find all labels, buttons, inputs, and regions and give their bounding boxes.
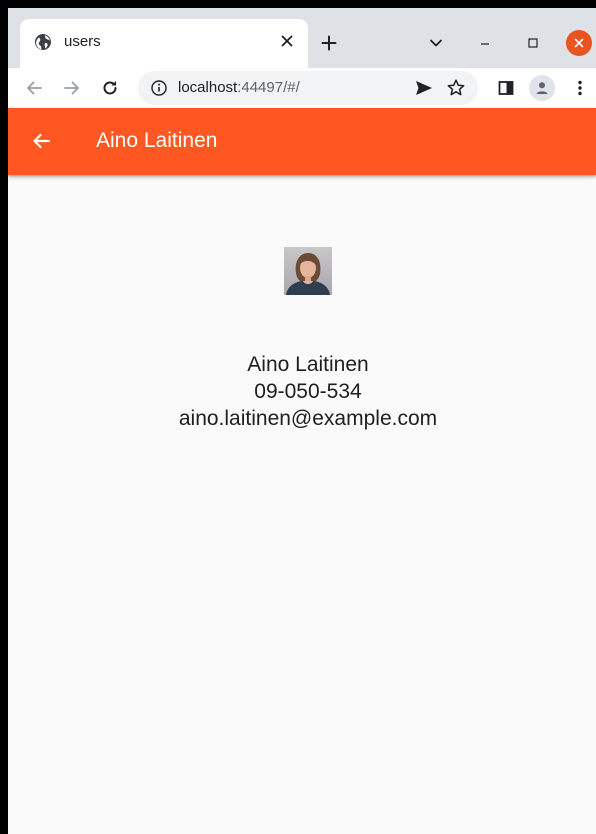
- close-tab-icon[interactable]: [276, 30, 298, 52]
- browser-window: users localhost:44497/#/ Aino Laitinen A…: [8, 8, 596, 834]
- url-path: :44497/#/: [237, 79, 300, 96]
- user-email: aino.laitinen@example.com: [178, 407, 438, 430]
- url-text[interactable]: localhost:44497/#/: [178, 79, 300, 97]
- app-bar: Aino Laitinen: [8, 108, 596, 175]
- tab-users[interactable]: users: [20, 19, 308, 68]
- new-tab-plus-icon[interactable]: [316, 30, 342, 56]
- page-title: Aino Laitinen: [96, 129, 218, 152]
- minimize-icon[interactable]: [473, 31, 497, 55]
- chevron-down-icon[interactable]: [424, 31, 448, 55]
- user-phone: 09-050-534: [254, 380, 362, 403]
- user-info: Aino Laitinen 09-050-534 aino.laitinen@e…: [8, 351, 596, 432]
- user-detail: Aino Laitinen 09-050-534 aino.laitinen@e…: [8, 175, 596, 834]
- maximize-icon[interactable]: [521, 31, 545, 55]
- send-icon[interactable]: [414, 79, 434, 97]
- side-panel-icon[interactable]: [494, 76, 518, 100]
- user-photo: [284, 247, 332, 295]
- bookmark-star-icon[interactable]: [446, 78, 466, 98]
- info-icon[interactable]: [150, 79, 168, 97]
- back-arrow-icon[interactable]: [22, 76, 46, 100]
- globe-icon: [34, 33, 52, 51]
- tab-title: users: [64, 33, 101, 50]
- menu-kebab-icon[interactable]: [568, 76, 592, 100]
- user-name: Aino Laitinen: [247, 353, 369, 376]
- profile-avatar-icon[interactable]: [529, 75, 555, 101]
- back-arrow-icon[interactable]: [28, 128, 54, 154]
- tab-strip: users: [8, 8, 596, 68]
- browser-toolbar: localhost:44497/#/: [8, 68, 596, 108]
- address-bar[interactable]: localhost:44497/#/: [138, 71, 478, 105]
- reload-icon[interactable]: [98, 76, 122, 100]
- forward-arrow-icon[interactable]: [60, 76, 84, 100]
- url-host: localhost: [178, 79, 238, 96]
- window-close-icon[interactable]: [566, 30, 592, 56]
